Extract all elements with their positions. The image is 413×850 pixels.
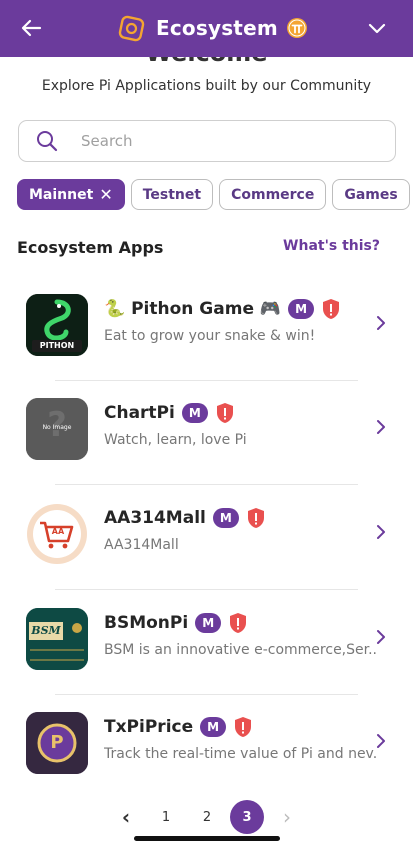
divider bbox=[55, 484, 358, 485]
search-input[interactable]: Search bbox=[18, 120, 396, 162]
mainnet-badge: M bbox=[288, 299, 315, 319]
app-description: Track the real-time value of Pi and nev.… bbox=[104, 746, 376, 762]
app-name: TxPiPrice bbox=[104, 717, 194, 737]
chevron-right-icon[interactable] bbox=[374, 732, 388, 750]
pi-ecosystem-logo-icon bbox=[118, 15, 145, 41]
chip-testnet[interactable]: Testnet bbox=[130, 179, 214, 210]
app-name: AA314Mall bbox=[104, 508, 206, 528]
app-icon-bsmonpi: BSM bbox=[26, 608, 88, 670]
chevron-right-icon[interactable] bbox=[374, 523, 388, 541]
app-description: AA314Mall bbox=[104, 537, 179, 553]
search-icon bbox=[37, 131, 58, 152]
mainnet-badge: M bbox=[212, 508, 239, 528]
warning-shield-icon bbox=[216, 403, 233, 423]
pi-coin-icon bbox=[286, 18, 307, 38]
app-icon-chartpi: ? No Image bbox=[26, 398, 88, 460]
mainnet-badge: M bbox=[195, 613, 222, 633]
page-button-2[interactable]: 2 bbox=[190, 800, 224, 834]
divider bbox=[55, 380, 358, 381]
app-icon-pithon: PITHON bbox=[26, 294, 88, 356]
app-name: 🐍 Pithon Game 🎮 bbox=[104, 299, 282, 319]
app-icon-label: No Image bbox=[42, 424, 72, 431]
app-name: BSMonPi bbox=[104, 613, 189, 633]
app-description: Watch, learn, love Pi bbox=[104, 432, 247, 448]
whats-this-link[interactable]: What's this? bbox=[283, 238, 380, 254]
section-title: Ecosystem Apps bbox=[17, 238, 164, 257]
app-icon-aa314mall: AA bbox=[26, 503, 88, 565]
app-list-item[interactable]: ? No Image ChartPi M Watch, learn, love … bbox=[0, 398, 413, 502]
chip-games[interactable]: Games bbox=[332, 179, 410, 210]
divider bbox=[55, 589, 358, 590]
app-icon-label: P bbox=[50, 732, 64, 753]
chip-mainnet[interactable]: Mainnet ✕ bbox=[17, 179, 125, 210]
close-icon[interactable]: ✕ bbox=[99, 185, 112, 204]
header-title: Ecosystem bbox=[156, 16, 278, 40]
page-button-3[interactable]: 3 bbox=[230, 800, 264, 834]
app-icon-txpiprice: P bbox=[26, 712, 88, 774]
app-list-item[interactable]: AA AA314Mall M AA314Mall bbox=[0, 503, 413, 607]
pagination: ‹ 1 2 3 › bbox=[0, 800, 413, 834]
header-title-group: Ecosystem bbox=[118, 12, 308, 44]
prev-page-button[interactable]: ‹ bbox=[109, 800, 143, 834]
app-icon-label: BSM bbox=[31, 624, 61, 637]
warning-shield-icon bbox=[230, 613, 247, 633]
mainnet-badge: M bbox=[181, 403, 208, 423]
search-placeholder: Search bbox=[81, 132, 133, 150]
chevron-right-icon[interactable] bbox=[374, 628, 388, 646]
app-icon-label: AA bbox=[51, 527, 65, 536]
app-header: Ecosystem bbox=[0, 0, 413, 57]
divider bbox=[55, 694, 358, 695]
app-icon-label: PITHON bbox=[39, 341, 75, 350]
page-subtitle: Explore Pi Applications built by our Com… bbox=[41, 78, 372, 94]
mainnet-badge: M bbox=[200, 717, 227, 737]
warning-shield-icon bbox=[323, 299, 340, 319]
warning-shield-icon bbox=[247, 508, 264, 528]
back-arrow-icon[interactable] bbox=[18, 14, 46, 42]
app-name: ChartPi bbox=[104, 403, 175, 423]
home-indicator bbox=[134, 836, 280, 841]
app-list-item[interactable]: BSM BSMonPi M BSM is an innovative e-com… bbox=[0, 608, 413, 712]
next-page-button[interactable]: › bbox=[270, 800, 304, 834]
chevron-down-icon[interactable] bbox=[366, 17, 388, 39]
filter-chips: Mainnet ✕ Testnet Commerce Games bbox=[17, 179, 413, 211]
welcome-heading: Welcome bbox=[0, 57, 413, 65]
page-button-1[interactable]: 1 bbox=[149, 800, 183, 834]
app-list-item[interactable]: PITHON 🐍 Pithon Game 🎮 M Eat to grow you… bbox=[0, 294, 413, 398]
chevron-right-icon[interactable] bbox=[374, 314, 388, 332]
app-description: Eat to grow your snake & win! bbox=[104, 328, 316, 344]
chevron-right-icon[interactable] bbox=[374, 418, 388, 436]
chip-commerce[interactable]: Commerce bbox=[219, 179, 327, 210]
warning-shield-icon bbox=[235, 717, 252, 737]
app-description: BSM is an innovative e-commerce,Ser... bbox=[104, 642, 376, 658]
